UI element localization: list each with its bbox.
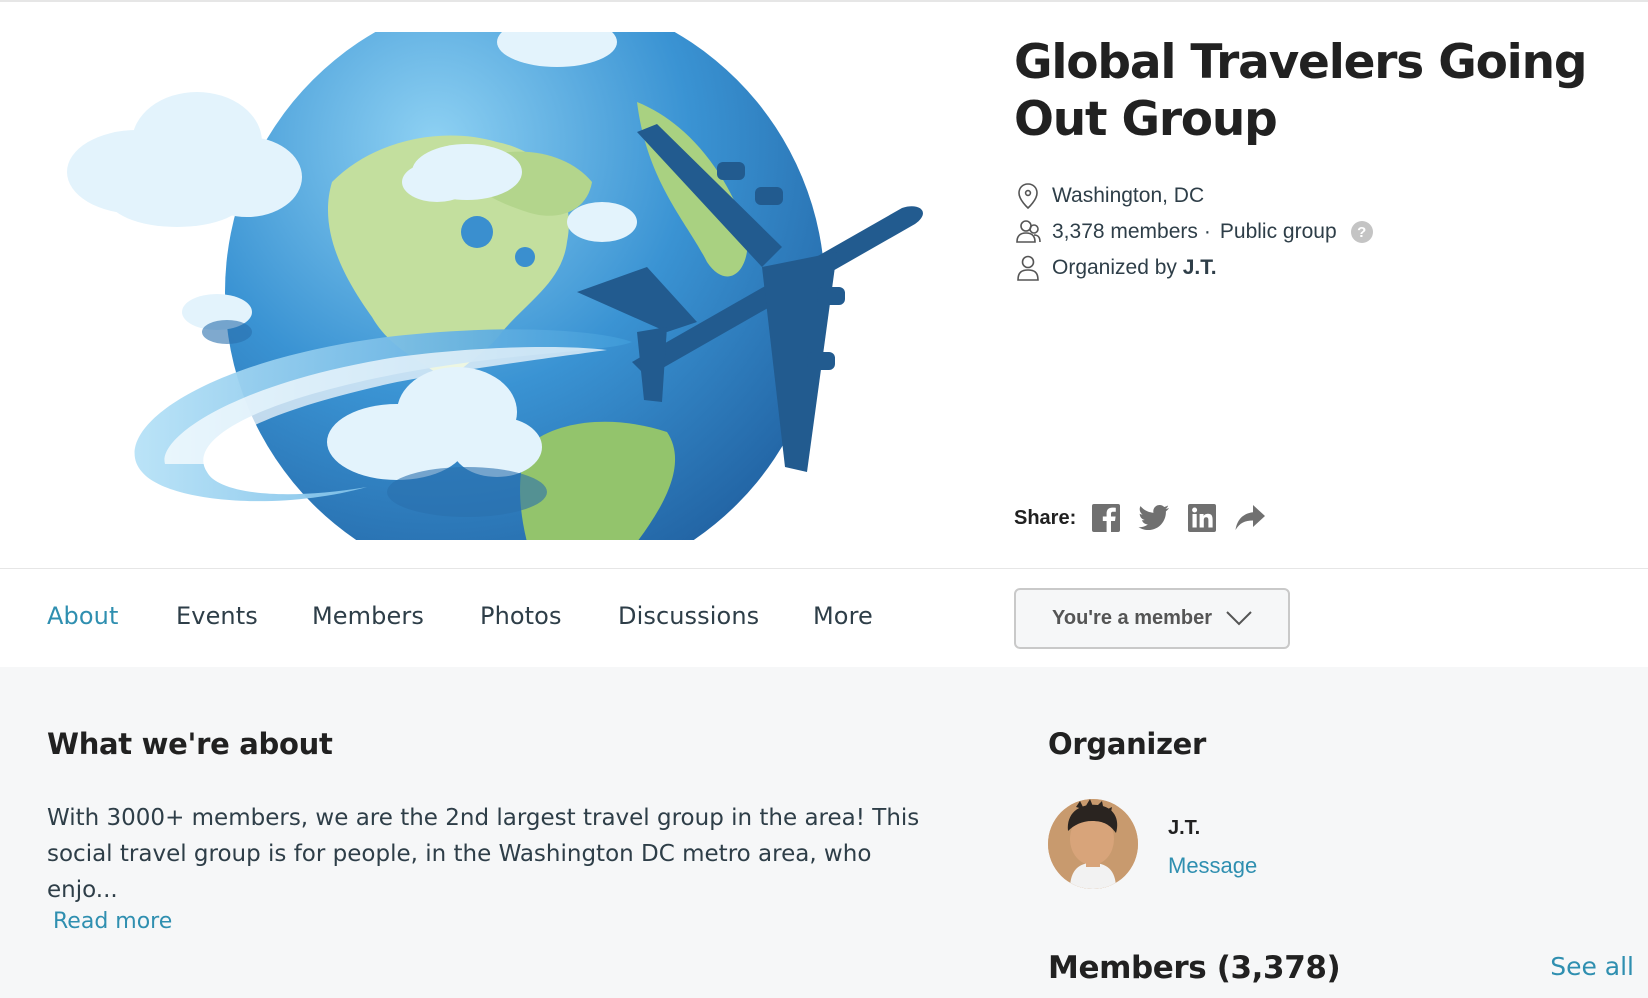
organizer-avatar[interactable] xyxy=(1048,799,1138,889)
tab-more[interactable]: More xyxy=(813,602,873,630)
members-section-title: Members (3,378) xyxy=(1048,950,1341,986)
members-group-icon xyxy=(1014,217,1042,247)
tab-photos[interactable]: Photos xyxy=(480,602,562,630)
facebook-icon[interactable] xyxy=(1090,502,1122,534)
see-all-members-link[interactable]: See all xyxy=(1550,952,1634,981)
chevron-down-icon xyxy=(1226,610,1252,625)
organizer-name[interactable]: J.T. xyxy=(1168,817,1200,840)
linkedin-icon[interactable] xyxy=(1186,502,1218,534)
group-banner-image xyxy=(47,32,947,540)
tab-discussions[interactable]: Discussions xyxy=(618,602,759,630)
group-title: Global Travelers Going Out Group xyxy=(1014,35,1588,147)
read-more-link[interactable]: Read more xyxy=(53,909,172,934)
twitter-icon[interactable] xyxy=(1138,502,1170,534)
group-content: What we're about With 3000+ members, we … xyxy=(0,667,1648,998)
group-nav-tabs: About Events Members Photos Discussions … xyxy=(0,569,1648,667)
organizer-row: Organized by J.T. xyxy=(1014,250,1614,286)
organized-by-label: Organized by xyxy=(1052,256,1177,279)
person-icon xyxy=(1014,253,1042,283)
location-row: Washington, DC xyxy=(1014,178,1614,214)
group-header: Global Travelers Going Out Group Washing… xyxy=(0,2,1648,568)
globe-airplane-illustration xyxy=(67,32,923,540)
organized-by-name[interactable]: J.T. xyxy=(1183,256,1217,280)
tab-members[interactable]: Members xyxy=(312,602,424,630)
tab-events[interactable]: Events xyxy=(176,602,258,630)
share-bar: Share: xyxy=(1014,502,1282,534)
meta-separator: · xyxy=(1203,220,1211,243)
group-privacy: Public group xyxy=(1219,220,1337,243)
location-pin-icon xyxy=(1014,181,1042,211)
membership-dropdown-button[interactable]: You're a member xyxy=(1014,588,1290,649)
help-icon[interactable]: ? xyxy=(1350,221,1373,243)
group-meta: Washington, DC 3,378 members · Public gr… xyxy=(1014,178,1614,286)
members-count[interactable]: 3,378 members xyxy=(1052,220,1198,244)
membership-button-label: You're a member xyxy=(1052,607,1212,629)
tab-about[interactable]: About xyxy=(47,602,118,630)
about-section-title: What we're about xyxy=(47,727,333,761)
organizer-section-title: Organizer xyxy=(1048,727,1207,761)
members-row: 3,378 members · Public group ? xyxy=(1014,214,1614,250)
about-description: With 3000+ members, we are the 2nd large… xyxy=(47,805,920,903)
message-organizer-link[interactable]: Message xyxy=(1168,853,1257,879)
group-location[interactable]: Washington, DC xyxy=(1052,184,1204,208)
share-label: Share: xyxy=(1014,506,1077,529)
share-arrow-icon[interactable] xyxy=(1234,502,1266,534)
